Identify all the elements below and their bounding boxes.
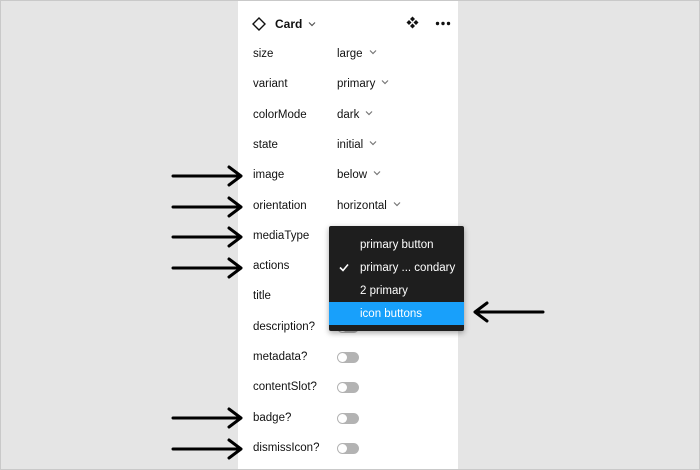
more-icon[interactable] <box>435 21 451 26</box>
dropdown-item-label: primary ... condary <box>360 262 456 274</box>
actions-dropdown-menu: primary button primary ... condary 2 prima… <box>329 226 464 331</box>
property-label: mediaType <box>253 229 310 242</box>
property-select-orientation[interactable]: horizontal <box>337 199 401 213</box>
component-icon <box>252 17 266 31</box>
property-row-colormode: colorMode dark <box>238 100 458 130</box>
property-value: below <box>337 169 368 182</box>
chevron-down-icon <box>369 140 377 146</box>
property-label: metadata? <box>253 351 308 363</box>
annotation-arrow-image <box>171 165 243 187</box>
design-canvas: Card size large variant primary colorMode dar… <box>0 0 700 470</box>
toggle-knob <box>338 443 347 453</box>
dropdown-item-label: 2 primary <box>360 285 408 297</box>
property-row-size: size large <box>238 39 458 69</box>
property-select-state[interactable]: initial <box>337 138 377 152</box>
dropdown-item-label: primary button <box>360 239 434 251</box>
property-label: variant <box>253 78 288 91</box>
property-label: title <box>253 290 271 303</box>
property-row-state: state initial <box>238 130 458 160</box>
property-value: initial <box>337 138 364 151</box>
toggle-metadata[interactable] <box>337 352 359 363</box>
dropdown-item-primary-button[interactable]: primary button <box>329 233 464 256</box>
property-label: orientation <box>253 199 307 212</box>
dropdown-item-primary-condary[interactable]: primary ... condary <box>329 256 464 279</box>
property-label: contentSlot? <box>253 381 317 394</box>
annotation-arrow-dismissicon <box>171 438 243 460</box>
property-value: large <box>337 48 363 60</box>
annotation-arrow-actions <box>171 257 243 279</box>
property-row-badge: badge? <box>238 403 458 433</box>
annotation-arrow-icon-buttons <box>473 301 545 323</box>
property-select-image[interactable]: below <box>337 168 381 182</box>
property-value: horizontal <box>337 199 387 212</box>
chevron-down-icon <box>365 110 373 115</box>
chevron-down-icon <box>381 80 389 85</box>
panel-header: Card <box>238 9 458 39</box>
dropdown-item-icon-buttons[interactable]: icon buttons <box>329 302 464 325</box>
panel-scrollbar[interactable] <box>458 1 464 221</box>
checkmark-icon <box>339 263 349 272</box>
property-select-colormode[interactable]: dark <box>337 108 373 122</box>
chevron-down-icon <box>369 50 377 55</box>
chevron-down-icon[interactable] <box>308 20 316 28</box>
property-label: state <box>253 138 278 151</box>
property-label: badge? <box>253 411 292 424</box>
property-row-contentslot: contentSlot? <box>238 372 458 402</box>
annotation-arrow-badge <box>171 407 243 429</box>
property-row-metadata: metadata? <box>238 342 458 372</box>
toggle-contentslot[interactable] <box>337 382 359 394</box>
property-select-size[interactable]: large <box>337 47 377 61</box>
annotation-arrow-orientation <box>171 196 243 218</box>
property-select-variant[interactable]: primary <box>337 77 389 91</box>
toggle-dismissicon[interactable] <box>337 442 359 454</box>
property-label: image <box>253 169 285 182</box>
toggle-knob <box>338 353 347 362</box>
toggle-knob <box>338 383 347 393</box>
property-value: primary <box>337 78 376 91</box>
property-label: colorMode <box>253 108 307 121</box>
property-row-image: image below <box>238 160 458 190</box>
component-name[interactable]: Card <box>275 17 302 31</box>
chevron-down-icon <box>393 201 401 206</box>
property-value: dark <box>337 108 360 121</box>
property-row-dismissicon: dismissIcon? <box>238 433 458 463</box>
property-label: size <box>253 48 274 60</box>
dropdown-item-label: icon buttons <box>360 308 423 320</box>
property-label: description? <box>253 320 316 333</box>
property-row-variant: variant primary <box>238 69 458 99</box>
variant-icon[interactable] <box>406 16 419 29</box>
dropdown-item-2-primary[interactable]: 2 primary <box>329 279 464 302</box>
property-label: dismissIcon? <box>253 441 320 454</box>
toggle-knob <box>338 413 347 423</box>
annotation-arrow-mediatype <box>171 226 243 248</box>
chevron-down-icon <box>373 171 381 176</box>
property-row-orientation: orientation horizontal <box>238 191 458 221</box>
property-label: actions <box>253 260 290 273</box>
toggle-badge[interactable] <box>337 412 359 424</box>
